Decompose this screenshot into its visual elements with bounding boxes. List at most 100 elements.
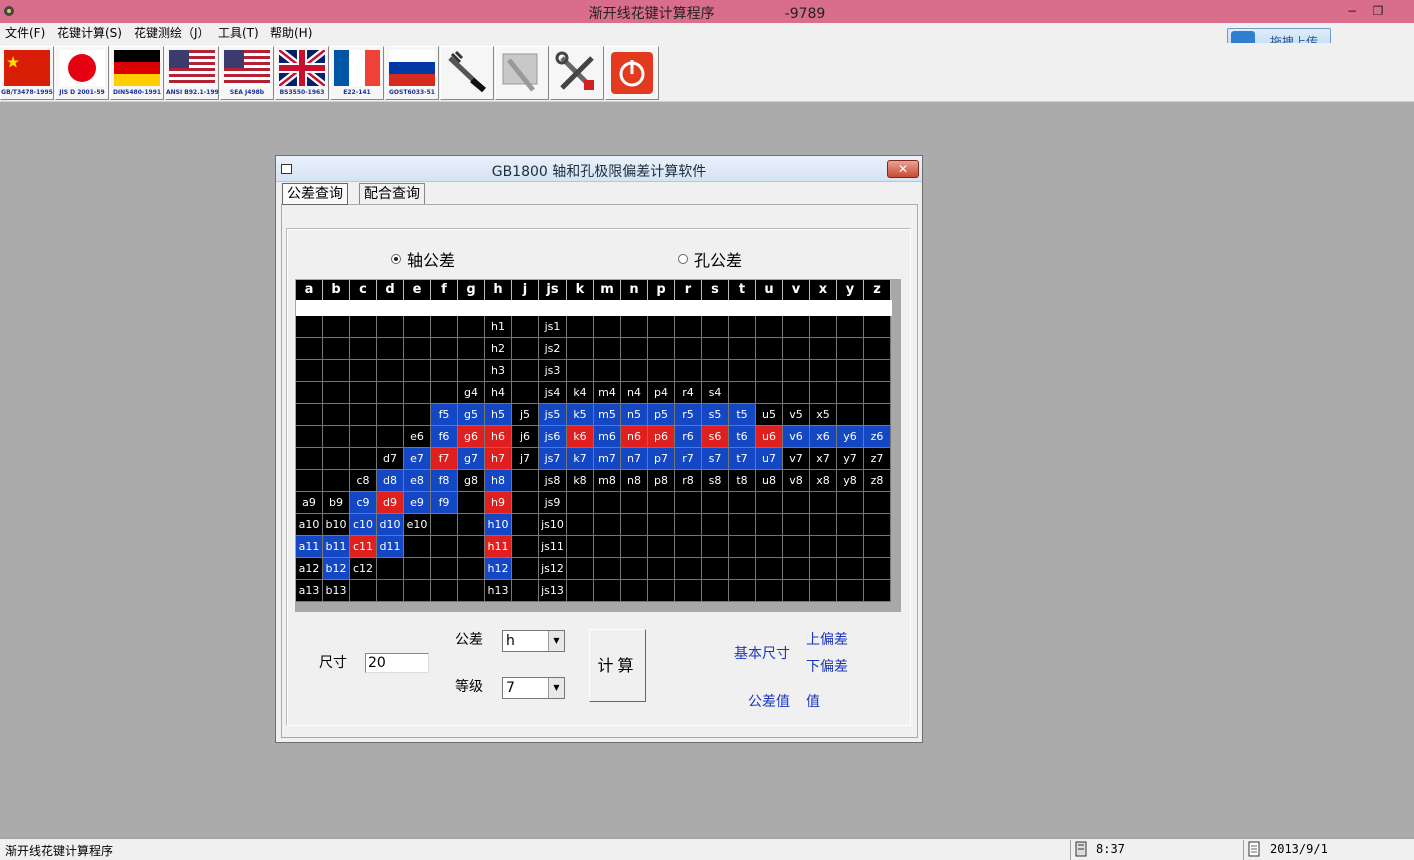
tolerance-cell-p5[interactable]: p5 bbox=[648, 404, 675, 426]
tolerance-cell-u6[interactable]: u6 bbox=[756, 426, 783, 448]
tolerance-cell-h4[interactable]: h4 bbox=[485, 382, 512, 404]
tolerance-cell-m6[interactable]: m6 bbox=[594, 426, 621, 448]
tolerance-cell-d9[interactable]: d9 bbox=[377, 492, 404, 514]
tolerance-cell-m4[interactable]: m4 bbox=[594, 382, 621, 404]
tolerance-cell-h10[interactable]: h10 bbox=[485, 514, 512, 536]
menu-spline-calc[interactable]: 花键计算(S) bbox=[57, 25, 122, 41]
tolerance-cell-v8[interactable]: v8 bbox=[783, 470, 810, 492]
tolerance-cell-t5[interactable]: t5 bbox=[729, 404, 756, 426]
tolerance-cell-k7[interactable]: k7 bbox=[567, 448, 594, 470]
restore-button[interactable]: ❐ bbox=[1366, 2, 1390, 20]
toolbar-sae-button[interactable]: SEA J498b bbox=[220, 46, 274, 100]
tolerance-cell-c12[interactable]: c12 bbox=[350, 558, 377, 580]
tolerance-cell-f8[interactable]: f8 bbox=[431, 470, 458, 492]
tolerance-cell-j7[interactable]: j7 bbox=[512, 448, 539, 470]
tolerance-cell-f5[interactable]: f5 bbox=[431, 404, 458, 426]
tolerance-cell-js13[interactable]: js13 bbox=[539, 580, 567, 602]
radio-hole-indicator[interactable] bbox=[678, 254, 688, 264]
tolerance-cell-s7[interactable]: s7 bbox=[702, 448, 729, 470]
tolerance-cell-h13[interactable]: h13 bbox=[485, 580, 512, 602]
tolerance-cell-r7[interactable]: r7 bbox=[675, 448, 702, 470]
calculate-button[interactable]: 计算 bbox=[589, 629, 646, 702]
tolerance-cell-a13[interactable]: a13 bbox=[296, 580, 323, 602]
toolbar-jis-button[interactable]: JIS D 2001-59 bbox=[55, 46, 109, 100]
tolerance-cell-h5[interactable]: h5 bbox=[485, 404, 512, 426]
radio-hole-tolerance[interactable]: 孔公差 bbox=[678, 247, 742, 271]
tolerance-cell-k4[interactable]: k4 bbox=[567, 382, 594, 404]
tolerance-cell-f6[interactable]: f6 bbox=[431, 426, 458, 448]
radio-shaft-indicator[interactable] bbox=[391, 254, 401, 264]
tolerance-cell-js2[interactable]: js2 bbox=[539, 338, 567, 360]
menu-help[interactable]: 帮助(H) bbox=[270, 25, 312, 41]
tolerance-cell-h2[interactable]: h2 bbox=[485, 338, 512, 360]
tolerance-cell-js4[interactable]: js4 bbox=[539, 382, 567, 404]
tolerance-cell-b9[interactable]: b9 bbox=[323, 492, 350, 514]
tolerance-cell-r4[interactable]: r4 bbox=[675, 382, 702, 404]
tolerance-cell-k6[interactable]: k6 bbox=[567, 426, 594, 448]
tolerance-cell-e8[interactable]: e8 bbox=[404, 470, 431, 492]
toolbar-e22-button[interactable]: E22-141 bbox=[330, 46, 384, 100]
tolerance-cell-a11[interactable]: a11 bbox=[296, 536, 323, 558]
tolerance-cell-e6[interactable]: e6 bbox=[404, 426, 431, 448]
toolbar-exit-button[interactable] bbox=[605, 46, 659, 100]
tolerance-cell-t8[interactable]: t8 bbox=[729, 470, 756, 492]
tolerance-cell-m7[interactable]: m7 bbox=[594, 448, 621, 470]
tolerance-cell-s5[interactable]: s5 bbox=[702, 404, 729, 426]
tolerance-cell-k8[interactable]: k8 bbox=[567, 470, 594, 492]
tolerance-cell-s4[interactable]: s4 bbox=[702, 382, 729, 404]
tolerance-cell-js8[interactable]: js8 bbox=[539, 470, 567, 492]
radio-shaft-tolerance[interactable]: 轴公差 bbox=[391, 247, 455, 271]
tolerance-cell-js6[interactable]: js6 bbox=[539, 426, 567, 448]
tolerance-cell-h12[interactable]: h12 bbox=[485, 558, 512, 580]
tolerance-cell-v5[interactable]: v5 bbox=[783, 404, 810, 426]
tolerance-cell-z7[interactable]: z7 bbox=[864, 448, 891, 470]
tolerance-cell-d7[interactable]: d7 bbox=[377, 448, 404, 470]
minimize-button[interactable]: − bbox=[1340, 2, 1364, 20]
tolerance-cell-f9[interactable]: f9 bbox=[431, 492, 458, 514]
size-input[interactable]: 20 bbox=[365, 653, 429, 673]
tolerance-cell-r8[interactable]: r8 bbox=[675, 470, 702, 492]
tolerance-cell-d10[interactable]: d10 bbox=[377, 514, 404, 536]
tolerance-cell-p8[interactable]: p8 bbox=[648, 470, 675, 492]
tolerance-cell-u8[interactable]: u8 bbox=[756, 470, 783, 492]
tolerance-cell-c9[interactable]: c9 bbox=[350, 492, 377, 514]
tolerance-cell-e7[interactable]: e7 bbox=[404, 448, 431, 470]
tolerance-cell-d8[interactable]: d8 bbox=[377, 470, 404, 492]
menu-spline-measure[interactable]: 花键测绘（J） bbox=[134, 25, 210, 41]
tolerance-cell-b10[interactable]: b10 bbox=[323, 514, 350, 536]
tolerance-cell-b11[interactable]: b11 bbox=[323, 536, 350, 558]
tolerance-cell-b12[interactable]: b12 bbox=[323, 558, 350, 580]
menu-tools[interactable]: 工具(T) bbox=[218, 25, 259, 41]
tolerance-cell-h8[interactable]: h8 bbox=[485, 470, 512, 492]
tolerance-cell-g6[interactable]: g6 bbox=[458, 426, 485, 448]
tolerance-cell-c8[interactable]: c8 bbox=[350, 470, 377, 492]
tolerance-cell-s8[interactable]: s8 bbox=[702, 470, 729, 492]
tolerance-cell-u5[interactable]: u5 bbox=[756, 404, 783, 426]
chevron-down-icon[interactable]: ▼ bbox=[548, 678, 564, 698]
tolerance-cell-a9[interactable]: a9 bbox=[296, 492, 323, 514]
tolerance-cell-n6[interactable]: n6 bbox=[621, 426, 648, 448]
chevron-down-icon[interactable]: ▼ bbox=[548, 631, 564, 651]
tolerance-cell-v7[interactable]: v7 bbox=[783, 448, 810, 470]
tolerance-cell-p6[interactable]: p6 bbox=[648, 426, 675, 448]
tolerance-cell-js10[interactable]: js10 bbox=[539, 514, 567, 536]
tolerance-cell-r6[interactable]: r6 bbox=[675, 426, 702, 448]
toolbar-bs-button[interactable]: BS3550-1963 bbox=[275, 46, 329, 100]
tolerance-cell-y7[interactable]: y7 bbox=[837, 448, 864, 470]
tolerance-cell-j6[interactable]: j6 bbox=[512, 426, 539, 448]
toolbar-tools-button[interactable] bbox=[550, 46, 604, 100]
tolerance-cell-h1[interactable]: h1 bbox=[485, 316, 512, 338]
tab-tolerance-query[interactable]: 公差查询 bbox=[282, 183, 348, 205]
tolerance-cell-js11[interactable]: js11 bbox=[539, 536, 567, 558]
tolerance-cell-f7[interactable]: f7 bbox=[431, 448, 458, 470]
tolerance-cell-h6[interactable]: h6 bbox=[485, 426, 512, 448]
tolerance-select[interactable]: h ▼ bbox=[502, 630, 565, 652]
tolerance-cell-c10[interactable]: c10 bbox=[350, 514, 377, 536]
toolbar-ansi-button[interactable]: ANSI B92.1-1996 bbox=[165, 46, 219, 100]
tolerance-cell-a10[interactable]: a10 bbox=[296, 514, 323, 536]
tolerance-cell-t6[interactable]: t6 bbox=[729, 426, 756, 448]
tolerance-cell-s6[interactable]: s6 bbox=[702, 426, 729, 448]
tolerance-cell-h7[interactable]: h7 bbox=[485, 448, 512, 470]
tolerance-cell-e9[interactable]: e9 bbox=[404, 492, 431, 514]
tolerance-cell-x6[interactable]: x6 bbox=[810, 426, 837, 448]
